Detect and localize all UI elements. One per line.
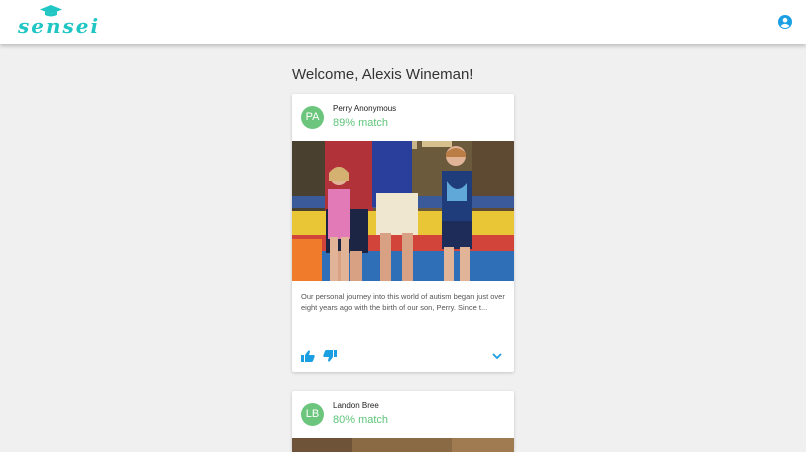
welcome-heading: Welcome, Alexis Wineman! bbox=[292, 66, 474, 83]
chevron-down-icon[interactable] bbox=[492, 352, 502, 360]
match-percentage: 80% match bbox=[333, 414, 389, 426]
author-name[interactable]: Perry Anonymous bbox=[333, 104, 396, 113]
avatar: LB bbox=[301, 403, 324, 426]
feed-card[interactable]: LB Landon Bree 80% match bbox=[292, 391, 514, 452]
logo-wordmark: sensei bbox=[18, 14, 101, 38]
app-bar: sensei bbox=[0, 0, 806, 44]
post-photo-graphic bbox=[292, 141, 514, 281]
author-name[interactable]: Landon Bree bbox=[333, 401, 379, 410]
account-circle-icon[interactable] bbox=[778, 15, 792, 29]
avatar: PA bbox=[301, 106, 324, 129]
thumb-down-icon[interactable] bbox=[323, 350, 337, 362]
thumb-up-icon[interactable] bbox=[301, 350, 315, 362]
match-percentage: 89% match bbox=[333, 117, 389, 129]
post-image[interactable] bbox=[292, 438, 514, 452]
post-image[interactable] bbox=[292, 141, 514, 281]
post-photo-graphic bbox=[292, 438, 514, 452]
sensei-logo[interactable]: sensei bbox=[18, 5, 98, 39]
feed-card[interactable]: PA Perry Anonymous 89% match Our persona… bbox=[292, 94, 514, 372]
post-excerpt: Our personal journey into this world of … bbox=[301, 292, 505, 312]
